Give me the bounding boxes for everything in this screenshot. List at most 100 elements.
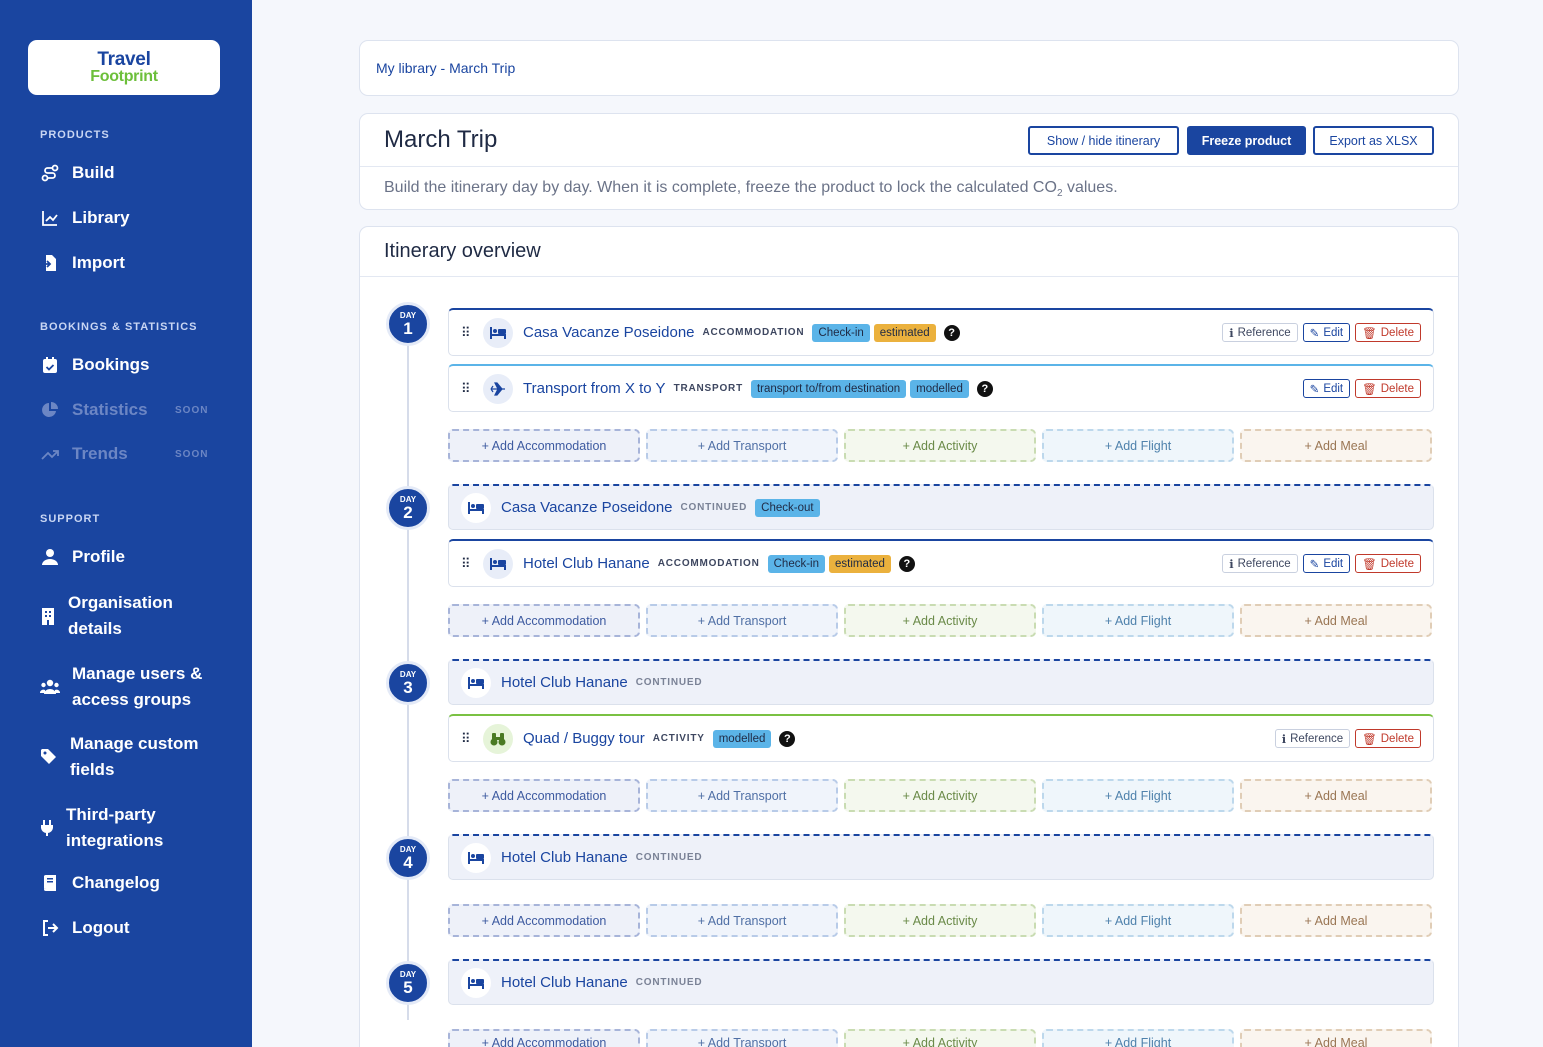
add-transport-button[interactable]: + Add Transport [646,904,838,937]
export-xlsx-button[interactable]: Export as XLSX [1313,126,1434,155]
add-transport-button[interactable]: + Add Transport [646,429,838,462]
sidebar-item-trends-label: Trends [72,444,128,463]
help-icon[interactable]: ? [898,555,915,572]
add-meal-button[interactable]: + Add Meal [1240,904,1432,937]
reference-button[interactable]: ℹ Reference [1222,554,1298,573]
divider [360,276,1458,277]
day-badge: DAY 3 [386,661,430,705]
bed-icon [461,492,491,523]
add-flight-button[interactable]: + Add Flight [1042,779,1234,812]
help-icon[interactable]: ? [943,324,960,341]
sidebar-item-changelog[interactable]: Changelog [40,873,160,893]
item-name[interactable]: Quad / Buggy tour [523,730,645,747]
add-activity-button[interactable]: + Add Activity [844,604,1036,637]
edit-button[interactable]: ✎ Edit [1302,323,1351,342]
sidebar-item-statistics: Statistics SOON [40,400,207,420]
info-icon: ℹ [1281,733,1287,746]
add-meal-button[interactable]: + Add Meal [1240,779,1432,812]
freeze-product-button[interactable]: Freeze product [1187,126,1306,155]
logout-icon [40,918,60,938]
item-name[interactable]: Transport from X to Y [523,380,666,397]
add-activity-button[interactable]: + Add Activity [844,1029,1036,1047]
add-accommodation-button[interactable]: + Add Accommodation [448,1029,640,1047]
info-icon: ℹ [1229,327,1234,340]
sidebar-item-organisation[interactable]: Organisation details [40,590,190,642]
sidebar-item-logout[interactable]: Logout [40,918,130,938]
sidebar-item-import[interactable]: Import [40,253,125,273]
sidebar-item-build[interactable]: Build [40,163,115,183]
plane-icon [483,373,513,404]
add-accommodation-button[interactable]: + Add Accommodation [448,604,640,637]
delete-button[interactable]: 🗑 Delete [1355,729,1421,748]
drag-handle-icon[interactable]: ⠿ [461,556,475,572]
breadcrumb: My library - March Trip [359,40,1459,96]
sidebar-item-custom-fields[interactable]: Manage custom fields [40,731,210,783]
add-meal-button[interactable]: + Add Meal [1240,604,1432,637]
help-icon[interactable]: ? [779,730,796,747]
drag-handle-icon[interactable]: ⠿ [461,731,475,747]
add-flight-button[interactable]: + Add Flight [1042,904,1234,937]
add-flight-button[interactable]: + Add Flight [1042,429,1234,462]
estimated-tag: estimated [873,323,936,342]
add-flight-button[interactable]: + Add Flight [1042,604,1234,637]
add-transport-button[interactable]: + Add Transport [646,1029,838,1047]
travel-footprint-logo[interactable]: Travel Footprint [28,40,220,95]
add-accommodation-button[interactable]: + Add Accommodation [448,429,640,462]
bed-icon [461,667,491,698]
add-flight-button[interactable]: + Add Flight [1042,1029,1234,1047]
drag-handle-icon[interactable]: ⠿ [461,325,475,341]
edit-button[interactable]: ✎ Edit [1302,379,1351,398]
sidebar-item-bookings[interactable]: Bookings [40,355,149,375]
breadcrumb-link[interactable]: My library - March Trip [376,60,515,76]
checkin-tag: Check-in [812,323,870,342]
add-accommodation-button[interactable]: + Add Accommodation [448,779,640,812]
add-accommodation-button[interactable]: + Add Accommodation [448,904,640,937]
delete-button[interactable]: 🗑 Delete [1355,554,1421,573]
itinerary-item-activity[interactable]: ⠿ Quad / Buggy tour ACTIVITY modelled ? … [448,714,1434,762]
itinerary-item-accommodation[interactable]: ⠿ Casa Vacanze Poseidone ACCOMMODATION C… [448,308,1434,356]
add-meal-button[interactable]: + Add Meal [1240,1029,1432,1047]
itinerary-item-accommodation[interactable]: ⠿ Hotel Club Hanane ACCOMMODATION Check-… [448,539,1434,587]
checkin-tag: Check-in [767,554,826,573]
product-header: March Trip Show / hide itinerary Freeze … [359,113,1459,210]
sidebar-item-manage-users[interactable]: Manage users & access groups [40,661,220,713]
transport-tag: transport to/from destination [750,379,907,398]
pie-chart-icon [40,400,60,420]
add-meal-button[interactable]: + Add Meal [1240,429,1432,462]
itinerary-item-transport[interactable]: ⠿ Transport from X to Y TRANSPORT transp… [448,364,1434,412]
add-activity-button[interactable]: + Add Activity [844,429,1036,462]
day-badge: DAY 2 [386,486,430,530]
trending-up-icon [40,444,60,464]
delete-button[interactable]: 🗑 Delete [1355,323,1421,342]
edit-button[interactable]: ✎ Edit [1302,554,1351,573]
sidebar-item-organisation-label: Organisation details [68,593,173,638]
logo-line-2: Footprint [90,68,158,85]
sidebar-item-import-label: Import [72,253,125,272]
drag-handle-icon[interactable]: ⠿ [461,381,475,397]
day-badge: DAY 4 [386,836,430,880]
reference-button[interactable]: ℹ Reference [1222,323,1298,342]
sidebar-item-library[interactable]: Library [40,208,130,228]
add-transport-button[interactable]: + Add Transport [646,779,838,812]
add-transport-button[interactable]: + Add Transport [646,604,838,637]
sidebar-item-profile[interactable]: Profile [40,547,125,567]
estimated-tag: estimated [829,554,891,573]
show-hide-itinerary-button[interactable]: Show / hide itinerary [1028,126,1179,155]
help-icon[interactable]: ? [976,380,993,397]
bed-icon [483,548,513,579]
page-description: Build the itinerary day by day. When it … [384,179,1118,200]
item-name[interactable]: Casa Vacanze Poseidone [523,324,695,341]
add-activity-button[interactable]: + Add Activity [844,904,1036,937]
logo-line-1: Travel [97,49,151,70]
section-products: PRODUCTS [40,129,110,141]
day-badge: DAY 5 [386,961,430,1005]
item-type: CONTINUED [680,502,748,513]
delete-button[interactable]: 🗑 Delete [1355,379,1421,398]
bed-icon [483,317,513,348]
edit-icon: ✎ [1309,558,1320,571]
reference-button[interactable]: ℹ Reference [1274,729,1351,748]
add-activity-button[interactable]: + Add Activity [844,779,1036,812]
item-name: Casa Vacanze Poseidone [501,499,673,516]
item-name[interactable]: Hotel Club Hanane [523,555,650,572]
sidebar-item-integrations[interactable]: Third-party integrations [40,802,180,854]
